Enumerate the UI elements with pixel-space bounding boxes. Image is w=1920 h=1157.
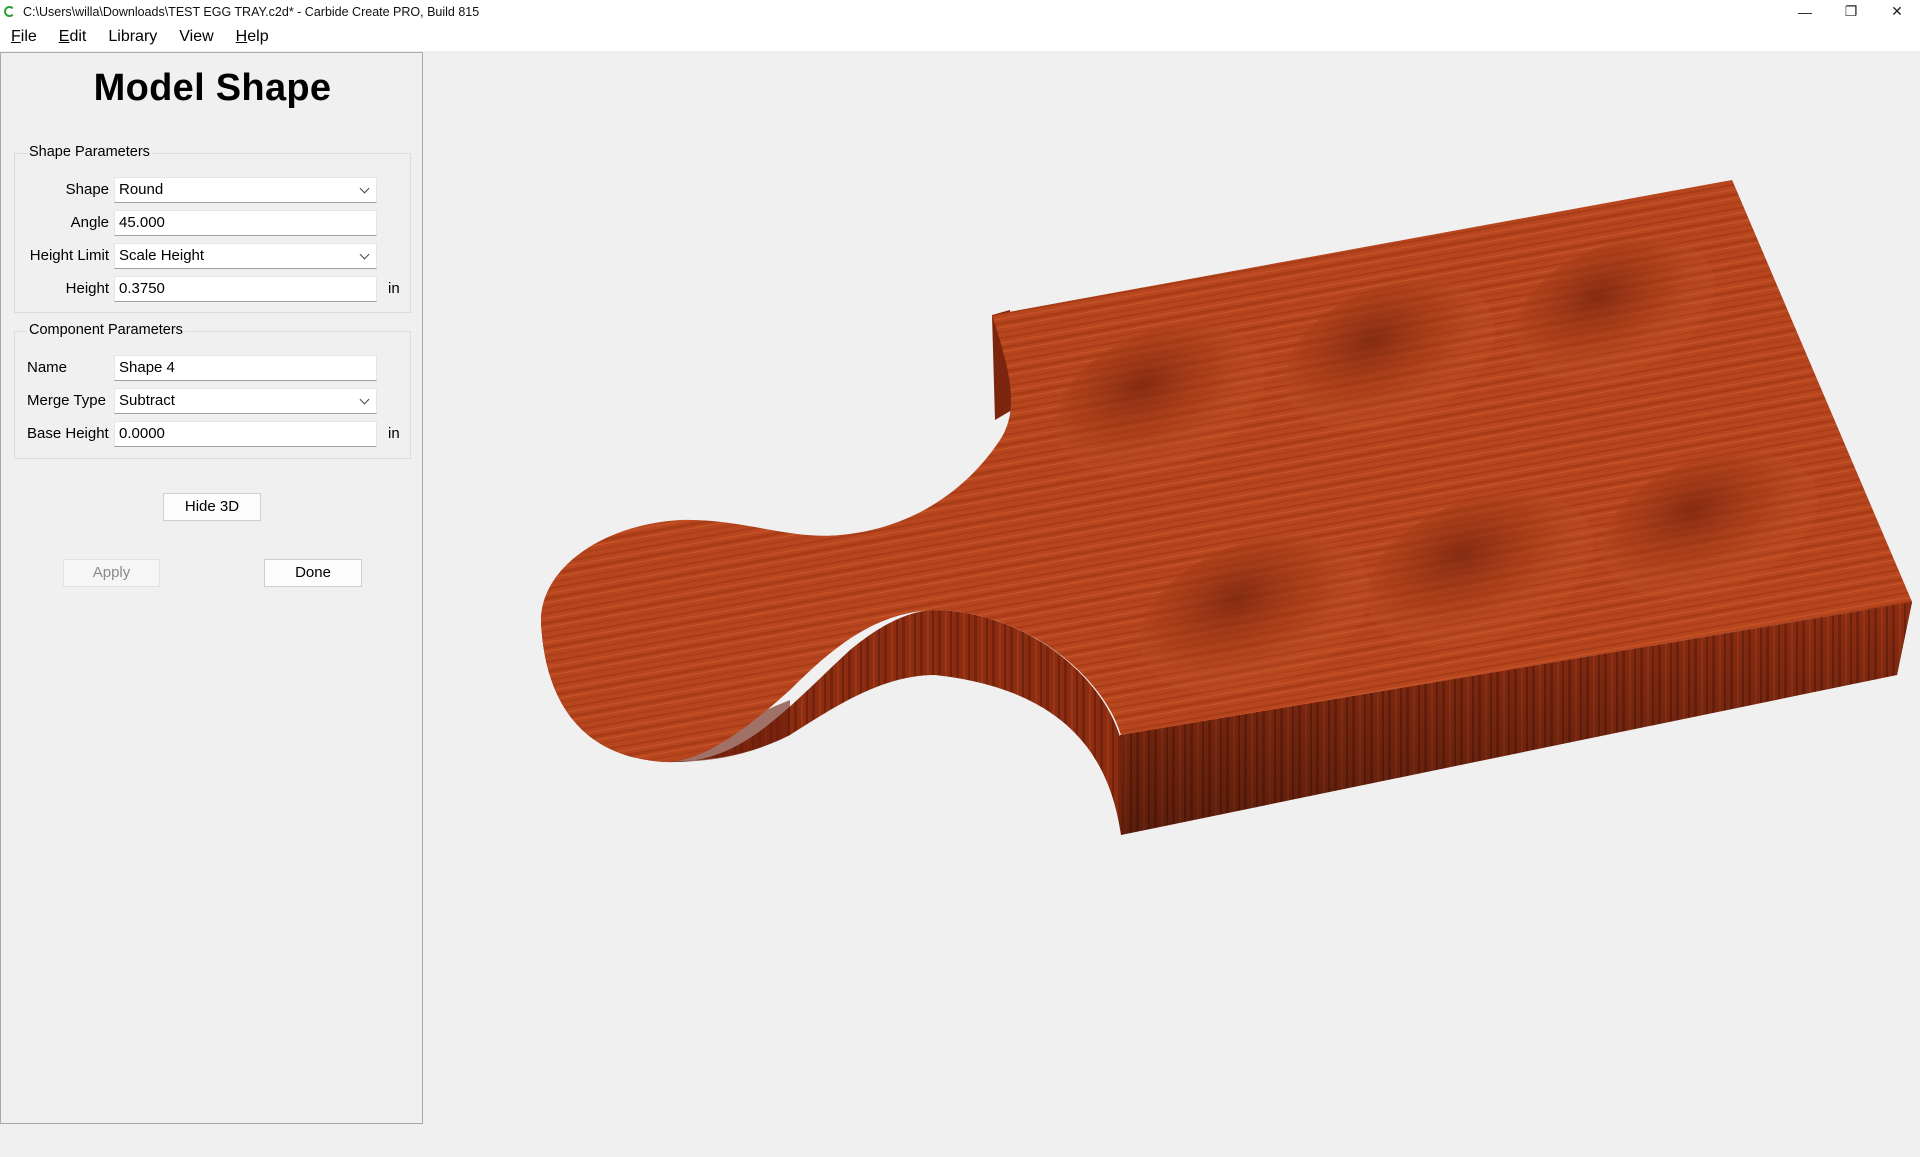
title-bar: C:\Users\willa\Downloads\TEST EGG TRAY.c… [0,0,1920,23]
shape-label: Shape [65,181,109,198]
model-shape-panel: Model Shape Shape Parameters Shape Round… [0,52,423,1124]
height-input[interactable]: 0.3750 [114,276,377,302]
menu-file-mnemonic: F [11,28,21,45]
menu-library-label: Library [108,28,158,45]
name-input[interactable]: Shape 4 [114,355,377,381]
menu-file[interactable]: File [0,23,48,51]
egg-tray-3d-model [540,180,1912,835]
chevron-down-icon [359,394,370,405]
merge-type-label: Merge Type [27,392,106,409]
menu-edit[interactable]: Edit [48,23,98,51]
merge-type-row: Merge Type Subtract [15,388,412,414]
component-parameters-group: Component Parameters Name Shape 4 Merge … [14,322,412,459]
merge-type-select[interactable]: Subtract [114,388,377,414]
height-limit-label: Height Limit [29,247,109,264]
height-unit: in [388,280,400,297]
menu-edit-label: dit [69,28,87,45]
name-row: Name Shape 4 [15,355,412,381]
component-parameters-label: Component Parameters [27,322,185,338]
3d-viewport[interactable] [424,52,1920,1152]
apply-button[interactable]: Apply [63,559,160,587]
restore-button[interactable]: ❐ [1828,0,1874,23]
menu-library[interactable]: Library [97,23,168,51]
name-label: Name [27,359,68,376]
menu-file-label: ile [20,28,37,45]
height-label: Height [65,280,109,297]
carbide-app-icon [4,6,15,17]
hide-3d-button[interactable]: Hide 3D [163,493,261,521]
height-limit-row: Height Limit Scale Height [15,243,412,269]
shape-select-value: Round [119,181,164,198]
menu-bar: File Edit Library View Help [0,23,1920,51]
close-button[interactable]: ✕ [1874,0,1920,23]
panel-title: Model Shape [93,67,332,109]
window-title: C:\Users\willa\Downloads\TEST EGG TRAY.c… [23,4,480,19]
menu-help-mnemonic: H [235,28,248,45]
minimize-button[interactable]: — [1782,0,1828,23]
menu-view[interactable]: View [168,23,224,51]
shape-row: Shape Round [15,177,412,203]
angle-label: Angle [70,214,109,231]
base-height-unit: in [388,425,400,442]
chevron-down-icon [359,183,370,194]
base-height-label: Base Height [27,425,109,442]
menu-help[interactable]: Help [225,23,280,51]
angle-input[interactable]: 45.000 [114,210,377,236]
base-height-input[interactable]: 0.0000 [114,421,377,447]
height-limit-select[interactable]: Scale Height [114,243,377,269]
shape-parameters-group: Shape Parameters Shape Round Angle 45.00… [14,144,412,313]
done-button[interactable]: Done [264,559,362,587]
menu-help-label: elp [247,28,269,45]
shape-select[interactable]: Round [114,177,377,203]
angle-row: Angle 45.000 [15,210,412,236]
menu-view-label: View [179,28,214,45]
menu-edit-mnemonic: E [58,28,70,45]
height-row: Height 0.3750 in [15,276,412,302]
shape-parameters-label: Shape Parameters [27,144,152,160]
height-limit-select-value: Scale Height [119,247,205,264]
merge-type-select-value: Subtract [119,392,175,409]
window-controls: — ❐ ✕ [1782,0,1920,23]
base-height-row: Base Height 0.0000 in [15,421,412,447]
chevron-down-icon [359,249,370,260]
